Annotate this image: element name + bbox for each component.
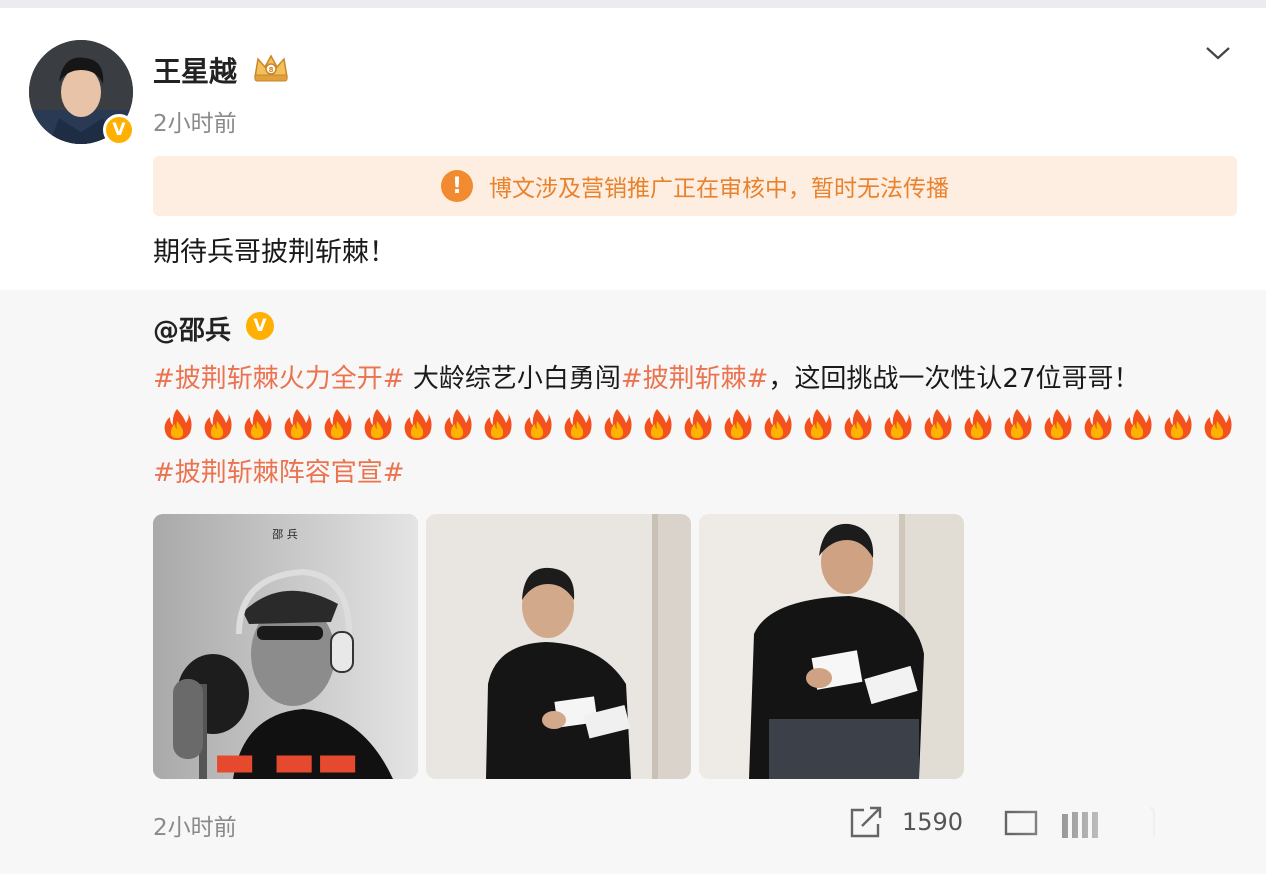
fire-icon [637,404,677,444]
fire-icon [237,404,277,444]
svg-text:▬ ▬▬: ▬ ▬▬ [213,733,359,779]
review-notice: ! 博文涉及营销推广正在审核中，暂时无法传播 [153,156,1237,216]
fire-icon [1037,404,1077,444]
hashtag-link[interactable]: #披荆斩棘阵容官宣# [153,458,405,488]
fire-icon [437,404,477,444]
repost-username[interactable]: @邵兵 [153,310,231,347]
fire-icon [477,404,517,444]
repost-text: ，这回挑战一次性认27位哥哥！ [768,364,1140,394]
notice-text: 博文涉及营销推广正在审核中，暂时无法传播 [489,176,949,202]
photo-thumbnail[interactable]: 邵 兵 ▬ ▬▬ [153,514,418,779]
repost-text-line: #披荆斩棘火力全开# 大龄综艺小白勇闯#披荆斩棘#，这回挑战一次性认27位哥哥！ [153,358,1140,395]
share-count[interactable]: 1590 [902,808,963,836]
fire-icon [997,404,1037,444]
fire-icon [1157,404,1197,444]
username[interactable]: 王星越 [153,50,237,90]
fire-icon [397,404,437,444]
fire-icon [677,404,717,444]
fire-icon [797,404,837,444]
fire-icon [917,404,957,444]
fire-icon [757,404,797,444]
fire-emoji-row [157,404,1237,444]
fire-icon [317,404,357,444]
share-icon[interactable] [848,806,884,844]
hashtag-link[interactable]: #披荆斩棘# [621,364,769,394]
fire-icon [197,404,237,444]
hashtag-link[interactable]: #披荆斩棘火力全开# [153,364,405,394]
repost-time: 2小时前 [153,815,237,841]
fire-icon [277,404,317,444]
post-time: 2小时前 [153,111,237,137]
chevron-down-icon[interactable] [1205,44,1231,66]
fire-icon [357,404,397,444]
photo-thumbnail[interactable] [426,514,691,779]
fire-icon [1077,404,1117,444]
warning-icon: ! [441,170,473,202]
svg-text:8: 8 [269,66,274,74]
photo-caption: 邵 兵 [272,528,298,541]
footer-fade-overlay [1010,800,1266,874]
verified-badge-icon: V [103,114,135,146]
crown-icon[interactable]: 8 [252,53,290,87]
fire-icon [957,404,997,444]
fire-icon [597,404,637,444]
photo-thumbnail[interactable] [699,514,964,779]
fire-icon [517,404,557,444]
top-divider [0,0,1266,8]
repost-tag-line: #披荆斩棘阵容官宣# [153,452,405,489]
verified-badge-icon: V [244,310,276,342]
post-text: 期待兵哥披荆斩棘！ [153,237,396,268]
fire-icon [1197,404,1237,444]
fire-icon [717,404,757,444]
fire-icon [557,404,597,444]
repost-text: 大龄综艺小白勇闯 [404,364,621,394]
fire-icon [877,404,917,444]
fire-icon [1117,404,1157,444]
fire-icon [157,404,197,444]
fire-icon [837,404,877,444]
